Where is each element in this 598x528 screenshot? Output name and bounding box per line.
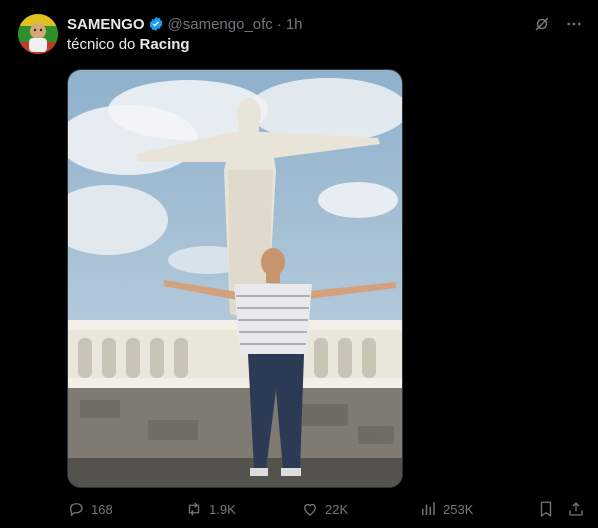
- author-name[interactable]: SAMENGO: [67, 16, 145, 33]
- tweet-time[interactable]: 1h: [286, 16, 303, 33]
- tweet-actions: 168 1.9K 22K 253K: [67, 497, 587, 521]
- tweet-text-prefix: técnico do: [67, 36, 140, 53]
- tweet-text: técnico do Racing: [67, 36, 190, 53]
- more-icon[interactable]: [564, 14, 584, 34]
- grok-icon[interactable]: [532, 14, 552, 34]
- bookmark-icon: [540, 501, 552, 518]
- share-icon: [569, 502, 583, 516]
- tweet-header: SAMENGO @samengo_ofc · 1h: [67, 14, 303, 34]
- share-button[interactable]: [567, 500, 585, 518]
- heart-icon: [304, 503, 316, 516]
- views-button[interactable]: 253K: [419, 500, 473, 518]
- like-button[interactable]: 22K: [301, 500, 348, 518]
- tweet-photo[interactable]: [67, 69, 403, 488]
- like-count: 22K: [325, 501, 349, 517]
- author-handle[interactable]: @samengo_ofc: [168, 16, 273, 33]
- views-count: 253K: [443, 501, 474, 517]
- retweet-button[interactable]: 1.9K: [185, 500, 236, 518]
- reply-count: 168: [91, 501, 113, 517]
- separator-dot: ·: [276, 15, 282, 33]
- reply-button[interactable]: 168: [67, 500, 113, 518]
- tweet-text-bold: Racing: [139, 36, 190, 53]
- bookmark-button[interactable]: [537, 500, 555, 518]
- tweet-top-actions: [532, 14, 584, 34]
- retweet-count: 1.9K: [209, 501, 236, 517]
- avatar[interactable]: [18, 14, 58, 54]
- retweet-icon: [188, 502, 200, 516]
- views-icon: [422, 502, 435, 515]
- verified-badge-icon: [148, 16, 164, 32]
- reply-icon: [69, 503, 83, 517]
